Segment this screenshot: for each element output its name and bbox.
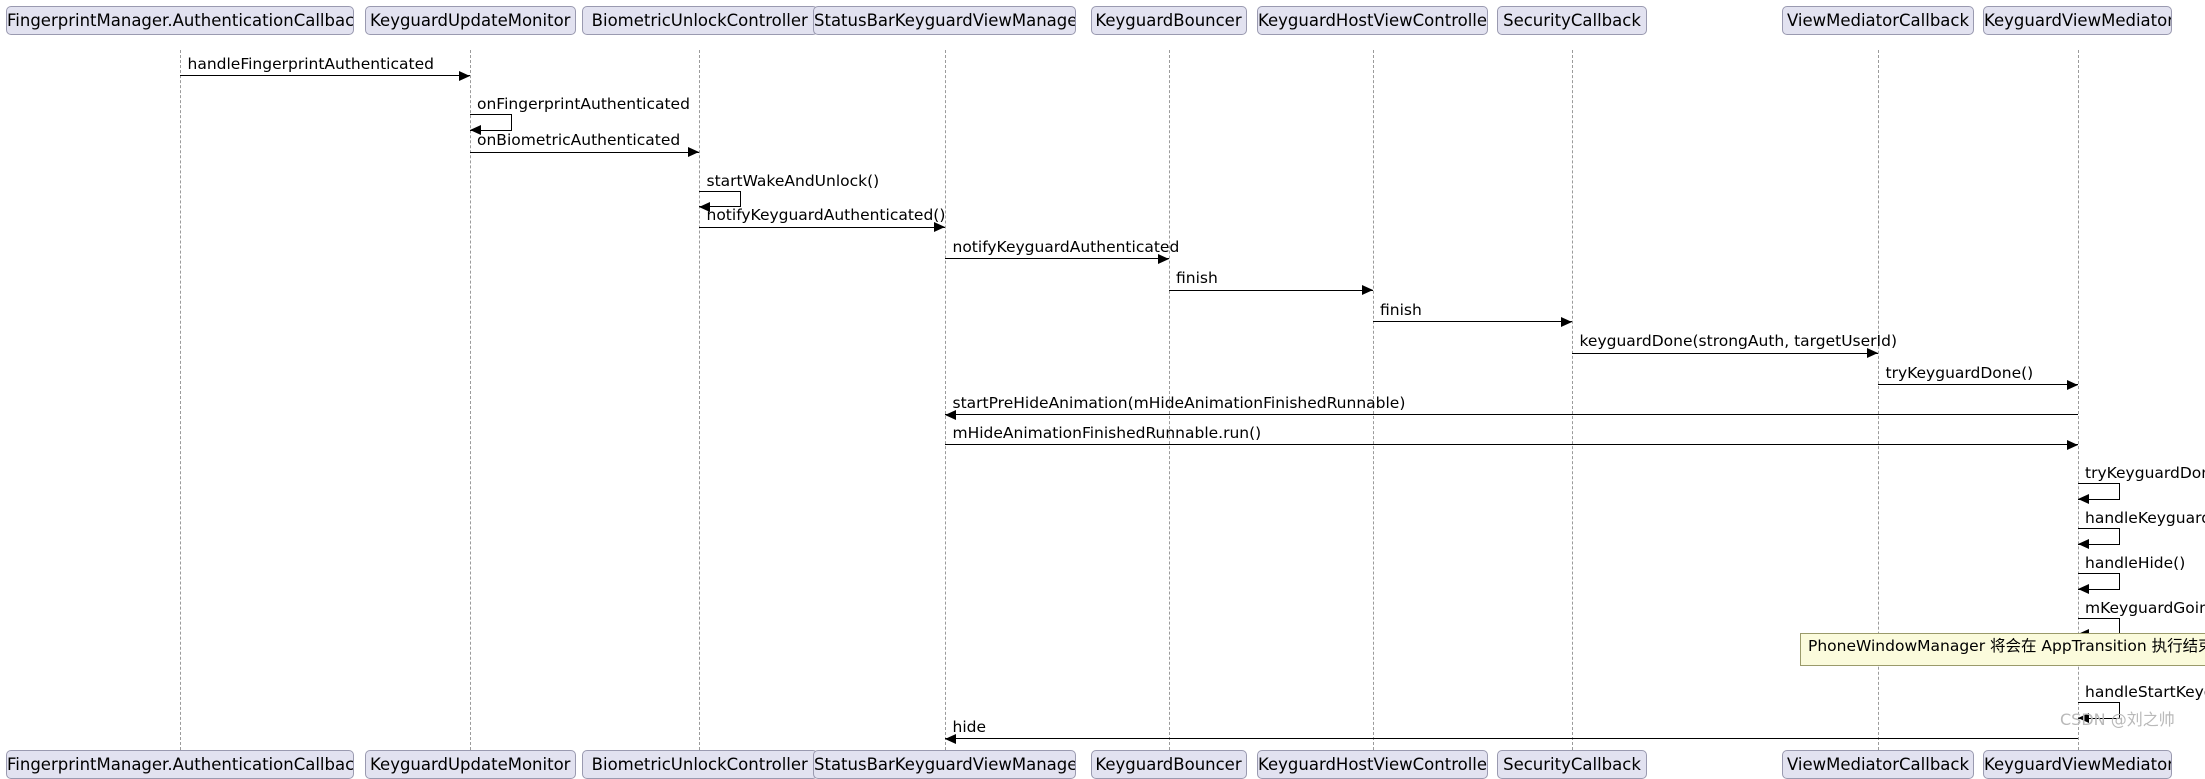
- participant-footer-kb[interactable]: KeyguardBouncer: [1090, 750, 1247, 779]
- participant-header-kb[interactable]: KeyguardBouncer: [1090, 6, 1247, 35]
- message-arrow-m3[interactable]: [469, 151, 699, 153]
- participant-footer-buc[interactable]: BiometricUnlockController: [582, 750, 818, 779]
- participant-footer-fpm[interactable]: FingerprintManager.AuthenticationCallbac…: [6, 750, 354, 779]
- watermark: CSDN @刘之帅: [2060, 710, 2175, 729]
- arrowhead-m8: [1561, 316, 1572, 327]
- participant-header-vmc[interactable]: ViewMediatorCallback: [1782, 6, 1974, 35]
- message-label-m10: tryKeyguardDone(): [1885, 363, 2034, 382]
- message-label-m5: notifyKeyguardAuthenticated(): [706, 206, 946, 224]
- message-label-m18: hide: [952, 717, 987, 736]
- participant-footer-kum[interactable]: KeyguardUpdateMonitor: [364, 750, 576, 779]
- message-label-m16: mKeyguardGoingAwayRunnable.run(): [2085, 599, 2205, 617]
- arrowhead-m7: [1361, 285, 1373, 295]
- lifeline-sbkv: [945, 49, 946, 750]
- sequence-diagram-canvas: FingerprintManager.AuthenticationCallbac…: [0, 0, 2205, 779]
- message-arrow-m12[interactable]: [945, 444, 2078, 445]
- participant-header-kum[interactable]: KeyguardUpdateMonitor: [364, 6, 576, 35]
- arrowhead-m14: [2077, 539, 2089, 549]
- message-label-m4: startWakeAndUnlock(): [706, 171, 880, 190]
- message-label-m3: onBiometricAuthenticated: [477, 131, 681, 149]
- message-arrow-m7[interactable]: [1168, 289, 1373, 291]
- message-label-m6: notifyKeyguardAuthenticated: [952, 237, 1180, 256]
- message-arrow-m18[interactable]: [945, 738, 2078, 739]
- participant-footer-vmc[interactable]: ViewMediatorCallback: [1782, 750, 1974, 779]
- message-label-m1: handleFingerprintAuthenticated: [187, 54, 434, 73]
- message-arrow-m6[interactable]: [945, 258, 1169, 259]
- message-label-m17: handleStartKeyguardExitAnimation(): [2085, 683, 2205, 701]
- message-arrow-m10[interactable]: [1878, 384, 2078, 385]
- message-label-m12: mHideAnimationFinishedRunnable.run(): [952, 423, 1262, 442]
- participant-footer-sc[interactable]: SecurityCallback: [1497, 750, 1647, 779]
- arrowhead-m12: [2066, 439, 2078, 450]
- message-label-m13: tryKeyguardDone(): [2085, 464, 2205, 482]
- participant-header-sbkv[interactable]: StatusBarKeyguardViewManager: [813, 6, 1076, 35]
- message-label-m11: startPreHideAnimation(mHideAnimationFini…: [952, 393, 1406, 412]
- participant-header-khvc[interactable]: KeyguardHostViewController: [1257, 6, 1488, 35]
- participant-header-fpm[interactable]: FingerprintManager.AuthenticationCallbac…: [6, 6, 354, 35]
- message-arrow-m9[interactable]: [1572, 352, 1878, 354]
- participant-header-sc[interactable]: SecurityCallback: [1497, 6, 1647, 35]
- arrowhead-m10: [2066, 379, 2078, 390]
- arrowhead-m3: [688, 147, 699, 157]
- message-arrow-m1[interactable]: [180, 75, 470, 76]
- lifeline-fpm: [180, 49, 181, 750]
- message-label-m14: handleKeyguardDone(): [2085, 509, 2205, 527]
- participant-footer-khvc[interactable]: KeyguardHostViewController: [1257, 750, 1488, 779]
- participant-footer-kvm[interactable]: KeyguardViewMediator: [1983, 750, 2172, 779]
- arrowhead-m15: [2077, 584, 2089, 594]
- message-arrow-m5[interactable]: [699, 226, 945, 228]
- message-label-m15: handleHide(): [2085, 554, 2186, 572]
- lifeline-sc: [1572, 49, 1573, 750]
- message-label-m8: finish: [1380, 300, 1422, 319]
- message-label-m7: finish: [1176, 269, 1218, 287]
- arrowhead-m13: [2077, 494, 2089, 504]
- participant-footer-sbkv[interactable]: StatusBarKeyguardViewManager: [813, 750, 1076, 779]
- arrowhead-m1: [458, 70, 470, 81]
- lifeline-buc: [699, 49, 700, 750]
- message-arrow-m11[interactable]: [945, 414, 2078, 415]
- message-label-m2: onFingerprintAuthenticated: [477, 95, 690, 113]
- message-label-m9: keyguardDone(strongAuth, targetUserId): [1579, 332, 1898, 350]
- participant-header-kvm[interactable]: KeyguardViewMediator: [1983, 6, 2172, 35]
- lifeline-kum: [469, 49, 471, 750]
- diagram-note: PhoneWindowManager 将会在 AppTransition 执行结…: [1800, 633, 2205, 666]
- message-arrow-m8[interactable]: [1372, 321, 1572, 322]
- participant-header-buc[interactable]: BiometricUnlockController: [582, 6, 818, 35]
